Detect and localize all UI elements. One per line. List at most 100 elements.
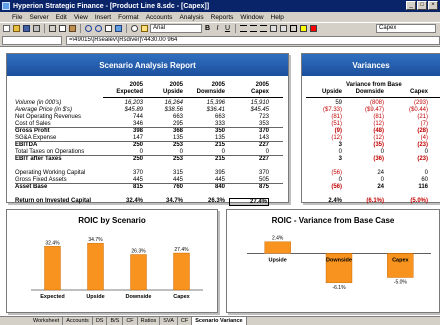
table-cell[interactable]: $36.41 [185,107,225,113]
copy-icon[interactable] [58,24,67,33]
variance-cell[interactable]: 0 [306,149,342,155]
variance-cell[interactable]: ($0.44) [392,107,428,113]
table-cell[interactable]: 16,203 [103,100,143,106]
table-cell[interactable]: 250 [103,156,143,162]
variance-cell[interactable]: 2.4% [306,198,342,204]
sheet-tab[interactable]: Ratios [138,317,161,325]
table-cell[interactable]: 215 [185,142,225,148]
variance-cell[interactable]: (6.1%) [348,198,384,204]
menu-format[interactable]: Format [118,14,139,21]
variance-cell[interactable]: 24 [348,184,384,190]
align-center-icon[interactable] [249,24,258,33]
menu-insert[interactable]: Insert [95,14,111,21]
table-cell[interactable]: 253 [143,156,183,162]
variance-cell[interactable]: (36) [348,156,384,162]
variance-cell[interactable]: (293) [392,100,428,106]
table-cell[interactable]: $38.56 [143,107,183,113]
sheet-tab[interactable]: CF [178,317,193,325]
menu-edit[interactable]: Edit [56,14,67,21]
chart-icon[interactable] [114,24,123,33]
roic-bar[interactable] [173,252,190,291]
variance-cell[interactable]: (81) [348,114,384,120]
variance-cell[interactable]: 0 [306,177,342,183]
menu-server[interactable]: Server [29,14,48,21]
variance-cell[interactable]: (81) [306,114,342,120]
cut-icon[interactable] [48,24,57,33]
sheet-tab[interactable]: SVA [160,317,178,325]
variance-cell[interactable]: (56) [306,184,342,190]
worksheet-area[interactable]: Scenario Analysis Report 2005 Expected 200… [0,46,440,316]
name-box-combo[interactable]: Capex [376,24,436,33]
table-cell[interactable]: 250 [103,142,143,148]
table-cell[interactable]: 744 [103,114,143,120]
variance-cell[interactable]: 0 [348,149,384,155]
variance-cell[interactable]: (23) [392,142,428,148]
table-cell[interactable]: 215 [185,156,225,162]
font-color-icon[interactable] [309,24,318,33]
percent-icon[interactable] [279,24,288,33]
table-cell[interactable]: 370 [229,128,269,134]
variance-cell[interactable]: (12) [348,135,384,141]
variance-cell[interactable]: ($9.47) [348,107,384,113]
variance-cell[interactable]: (35) [348,142,384,148]
table-cell[interactable]: 368 [143,128,183,134]
menu-analysis[interactable]: Analysis [179,14,203,21]
variance-cell[interactable]: 59 [306,100,342,106]
table-cell[interactable]: 370 [229,170,269,176]
variance-cell[interactable]: (56) [306,170,342,176]
table-cell[interactable]: 760 [143,184,183,190]
table-cell[interactable]: 840 [185,184,225,190]
new-file-icon[interactable] [2,24,11,33]
save-icon[interactable] [22,24,31,33]
variance-cell[interactable]: (23) [392,156,428,162]
variance-cell[interactable]: (9) [306,128,342,134]
print-icon[interactable] [32,24,41,33]
sheet-tab[interactable]: Worksheet [30,317,64,325]
variance-bar[interactable] [264,241,291,254]
variance-cell[interactable]: (12) [306,135,342,141]
variance-cell[interactable]: 0 [392,149,428,155]
table-cell[interactable]: 723 [229,114,269,120]
table-cell[interactable]: 370 [103,170,143,176]
zoom-icon[interactable] [130,24,139,33]
table-cell[interactable]: 350 [185,128,225,134]
underline-icon[interactable]: U [223,24,232,33]
menu-file[interactable]: File [12,14,22,21]
variance-cell[interactable]: (12) [348,121,384,127]
minimize-button[interactable]: _ [406,1,416,10]
fill-color-icon[interactable] [299,24,308,33]
table-cell[interactable]: 253 [143,142,183,148]
bold-icon[interactable]: B [203,24,212,33]
menu-window[interactable]: Window [240,14,263,21]
close-button[interactable]: × [428,1,438,10]
table-cell[interactable]: 315 [143,170,183,176]
variance-cell[interactable]: (51) [306,121,342,127]
menu-reports[interactable]: Reports [211,14,234,21]
align-left-icon[interactable] [239,24,248,33]
redo-icon[interactable] [94,24,103,33]
table-cell[interactable]: 32.4% [103,198,143,204]
table-cell[interactable]: $45.89 [103,107,143,113]
sheet-tab[interactable]: DS [93,317,108,325]
sheet-tab[interactable]: Scenario Variance [192,317,247,325]
table-cell[interactable]: $45.45 [229,107,269,113]
sheet-tab[interactable]: B/S [107,317,124,325]
menu-help[interactable]: Help [271,14,284,21]
variance-cell[interactable]: (5.0%) [392,198,428,204]
open-folder-icon[interactable] [12,24,21,33]
table-cell[interactable]: 398 [103,128,143,134]
table-cell[interactable]: 815 [103,184,143,190]
menu-view[interactable]: View [74,14,88,21]
table-cell[interactable]: 15,910 [229,100,269,106]
maximize-button[interactable]: □ [417,1,427,10]
table-cell[interactable]: 227 [229,142,269,148]
variance-cell[interactable]: 0 [392,170,428,176]
variance-cell[interactable]: (808) [348,100,384,106]
variance-cell[interactable]: 116 [392,184,428,190]
variance-cell[interactable]: (7) [392,121,428,127]
sheet-tab[interactable]: CF [123,317,138,325]
menu-accounts[interactable]: Accounts [146,14,173,21]
table-cell[interactable]: 395 [185,170,225,176]
variance-cell[interactable]: (48) [348,128,384,134]
formula-input[interactable]: =\49015\[Rsealev\[Rsdiver]\'4430.00 964 [66,35,440,45]
